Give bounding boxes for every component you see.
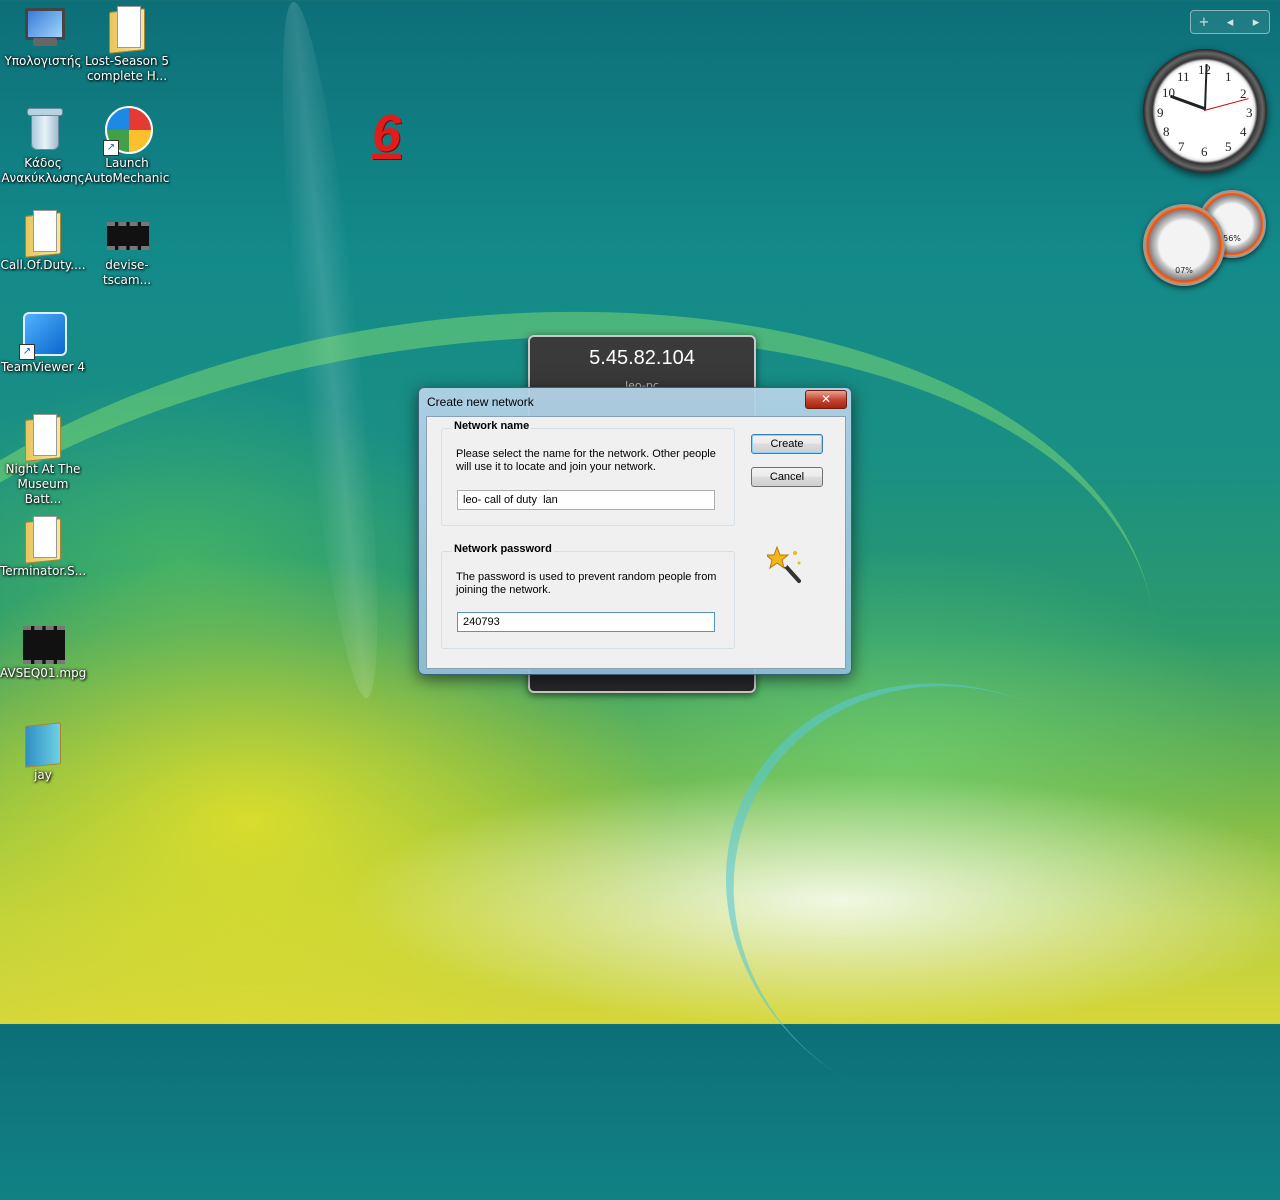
previous-page-button[interactable]: ◂ xyxy=(1217,15,1243,30)
network-password-group: Network password The password is used to… xyxy=(441,543,735,649)
desktop-icon-lost-folder[interactable]: Lost-Season 5 complete H... xyxy=(84,0,170,84)
desktop-icon-terminator-folder[interactable]: Terminator.S... xyxy=(0,510,86,579)
dialog-body: Network name Please select the name for … xyxy=(426,416,846,669)
desktop-icon-label: jay xyxy=(34,768,52,782)
desktop-icon-label: Call.Of.Duty.... xyxy=(0,258,86,272)
desktop-icon-label: Terminator.S... xyxy=(0,564,87,578)
next-page-button[interactable]: ▸ xyxy=(1243,15,1269,30)
desktop-icon-label: Launch AutoMechanic xyxy=(84,156,170,185)
clock-number: 4 xyxy=(1240,124,1247,139)
desktop-icon-call-of-duty-folder[interactable]: Call.Of.Duty.... xyxy=(0,204,86,273)
network-name-input[interactable] xyxy=(457,490,715,510)
network-password-legend: Network password xyxy=(452,543,554,555)
magic-wand-icon xyxy=(767,545,801,583)
clock-number: 5 xyxy=(1225,139,1232,154)
ip-address: 5.45.82.104 xyxy=(589,347,695,369)
cancel-button[interactable]: Cancel xyxy=(751,467,823,487)
desktop-icon-devise-video[interactable]: devise-tscam... xyxy=(84,204,170,288)
video-file-icon xyxy=(103,208,151,256)
clock-number: 7 xyxy=(1178,139,1185,154)
create-network-dialog: Create new network ✕ Network name Please… xyxy=(418,387,852,675)
clock-number: 8 xyxy=(1163,124,1170,139)
overlay-step-number: 6 xyxy=(372,105,401,163)
video-file-icon xyxy=(19,616,67,664)
clock-number: 11 xyxy=(1177,69,1190,84)
dialog-title: Create new network xyxy=(427,395,534,409)
folder-icon xyxy=(19,208,67,258)
desktop-icon-night-at-museum-folder[interactable]: Night At The Museum Batt... xyxy=(0,408,86,507)
desktop-icon-label: devise-tscam... xyxy=(102,258,152,287)
folder-icon xyxy=(19,514,67,564)
teamviewer-icon: ↗ xyxy=(19,310,67,360)
clock-hour-hand xyxy=(1170,94,1206,110)
network-name-description: Please select the name for the network. … xyxy=(456,448,716,473)
desktop-icon-label: AVSEQ01.mpg xyxy=(0,666,87,680)
computer-icon xyxy=(19,4,67,52)
network-name-legend: Network name xyxy=(452,420,532,432)
close-button[interactable]: ✕ xyxy=(805,390,847,409)
desktop-icon-recycle-bin[interactable]: Κάδος Ανακύκλωσης xyxy=(0,102,86,186)
desktop-icon-label: Υπολογιστής xyxy=(4,54,82,68)
clock-number: 9 xyxy=(1157,105,1164,120)
cpu-usage-value: 07% xyxy=(1175,266,1193,275)
desktop-icon-label: Lost-Season 5 complete H... xyxy=(84,54,170,83)
clock-gadget[interactable]: 12 1 2 3 4 5 6 7 8 9 10 11 xyxy=(1143,49,1267,173)
folder-icon xyxy=(19,718,67,768)
clock-number: 1 xyxy=(1225,69,1232,84)
clock-number: 3 xyxy=(1246,105,1253,120)
shortcut-arrow-icon: ↗ xyxy=(103,140,119,156)
desktop-icon-computer[interactable]: Υπολογιστής xyxy=(0,0,86,69)
recycle-bin-icon xyxy=(19,106,67,154)
cpu-meter-gadget[interactable]: 07% xyxy=(1143,204,1225,286)
desktop-icon-jay-folder[interactable]: jay xyxy=(0,714,86,783)
clock-number: 6 xyxy=(1201,144,1208,159)
create-button[interactable]: Create xyxy=(751,434,823,454)
clock-second-hand xyxy=(1204,98,1249,111)
network-password-input[interactable] xyxy=(457,612,715,632)
desktop-icon-label: Night At The Museum Batt... xyxy=(5,462,81,506)
add-gadget-button[interactable]: + xyxy=(1191,15,1217,30)
sidebar-gadget-toolbar: + ◂ ▸ xyxy=(1190,10,1270,34)
desktop-icon-label: Κάδος Ανακύκλωσης xyxy=(1,156,85,185)
automechanic-icon: ↗ xyxy=(103,106,153,156)
clock-minute-hand xyxy=(1204,64,1208,111)
desktop-icon-automechanic[interactable]: ↗ Launch AutoMechanic xyxy=(84,102,170,186)
shortcut-arrow-icon: ↗ xyxy=(19,344,35,360)
desktop-icon-label: TeamViewer 4 xyxy=(1,360,85,374)
desktop-icon-avseq01[interactable]: AVSEQ01.mpg xyxy=(0,612,86,681)
network-name-group: Network name Please select the name for … xyxy=(441,420,735,526)
desktop-icon-teamviewer[interactable]: ↗ TeamViewer 4 xyxy=(0,306,86,375)
folder-icon xyxy=(19,412,67,462)
network-password-description: The password is used to prevent random p… xyxy=(456,571,717,596)
folder-icon xyxy=(103,4,151,54)
